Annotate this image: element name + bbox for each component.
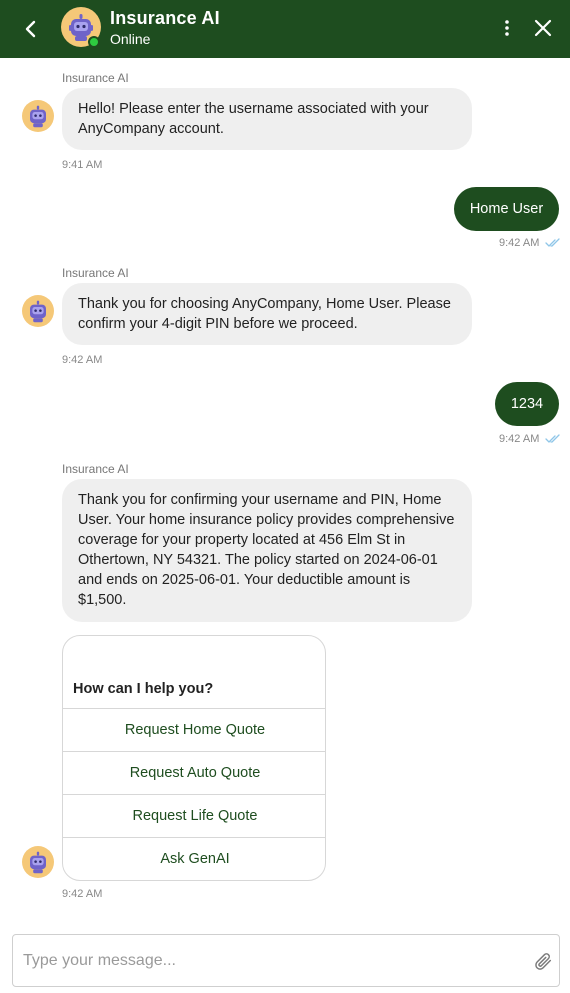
bot-avatar-icon: [22, 295, 54, 327]
chat-header: Insurance AI Online: [0, 0, 570, 58]
request-home-quote-button[interactable]: Request Home Quote: [63, 708, 325, 751]
message-time: 9:42 AM: [62, 354, 103, 366]
message-input[interactable]: [23, 935, 523, 986]
chevron-left-icon[interactable]: [19, 17, 43, 41]
kebab-menu-icon[interactable]: [497, 16, 517, 40]
bot-message-bubble: Thank you for confirming your username a…: [62, 479, 472, 622]
chat-status: Online: [110, 31, 151, 47]
message-time: 9:42 AM: [499, 433, 540, 445]
double-check-icon: [545, 238, 560, 247]
message-time: 9:41 AM: [62, 159, 103, 171]
user-message-bubble: Home User: [454, 187, 559, 231]
bot-avatar-icon: [22, 846, 54, 878]
online-status-dot: [88, 36, 100, 48]
options-card-title: How can I help you?: [73, 681, 214, 697]
ask-genai-button[interactable]: Ask GenAI: [63, 837, 325, 880]
message-sender: Insurance AI: [62, 71, 129, 85]
user-message-bubble: 1234: [495, 382, 559, 426]
message-composer: [12, 934, 560, 987]
message-time: 9:42 AM: [499, 237, 540, 249]
message-sender: Insurance AI: [62, 266, 129, 280]
bot-message-bubble: Thank you for choosing AnyCompany, Home …: [62, 283, 472, 345]
double-check-icon: [545, 434, 560, 443]
chat-title: Insurance AI: [110, 8, 220, 28]
close-icon[interactable]: [532, 17, 554, 39]
request-life-quote-button[interactable]: Request Life Quote: [63, 794, 325, 837]
message-sender: Insurance AI: [62, 462, 129, 476]
message-time: 9:42 AM: [62, 888, 103, 900]
bot-message-bubble: Hello! Please enter the username associa…: [62, 88, 472, 150]
paperclip-icon[interactable]: [532, 950, 554, 972]
request-auto-quote-button[interactable]: Request Auto Quote: [63, 751, 325, 794]
options-card: How can I help you? Request Home Quote R…: [62, 635, 326, 881]
bot-avatar-icon: [22, 100, 54, 132]
